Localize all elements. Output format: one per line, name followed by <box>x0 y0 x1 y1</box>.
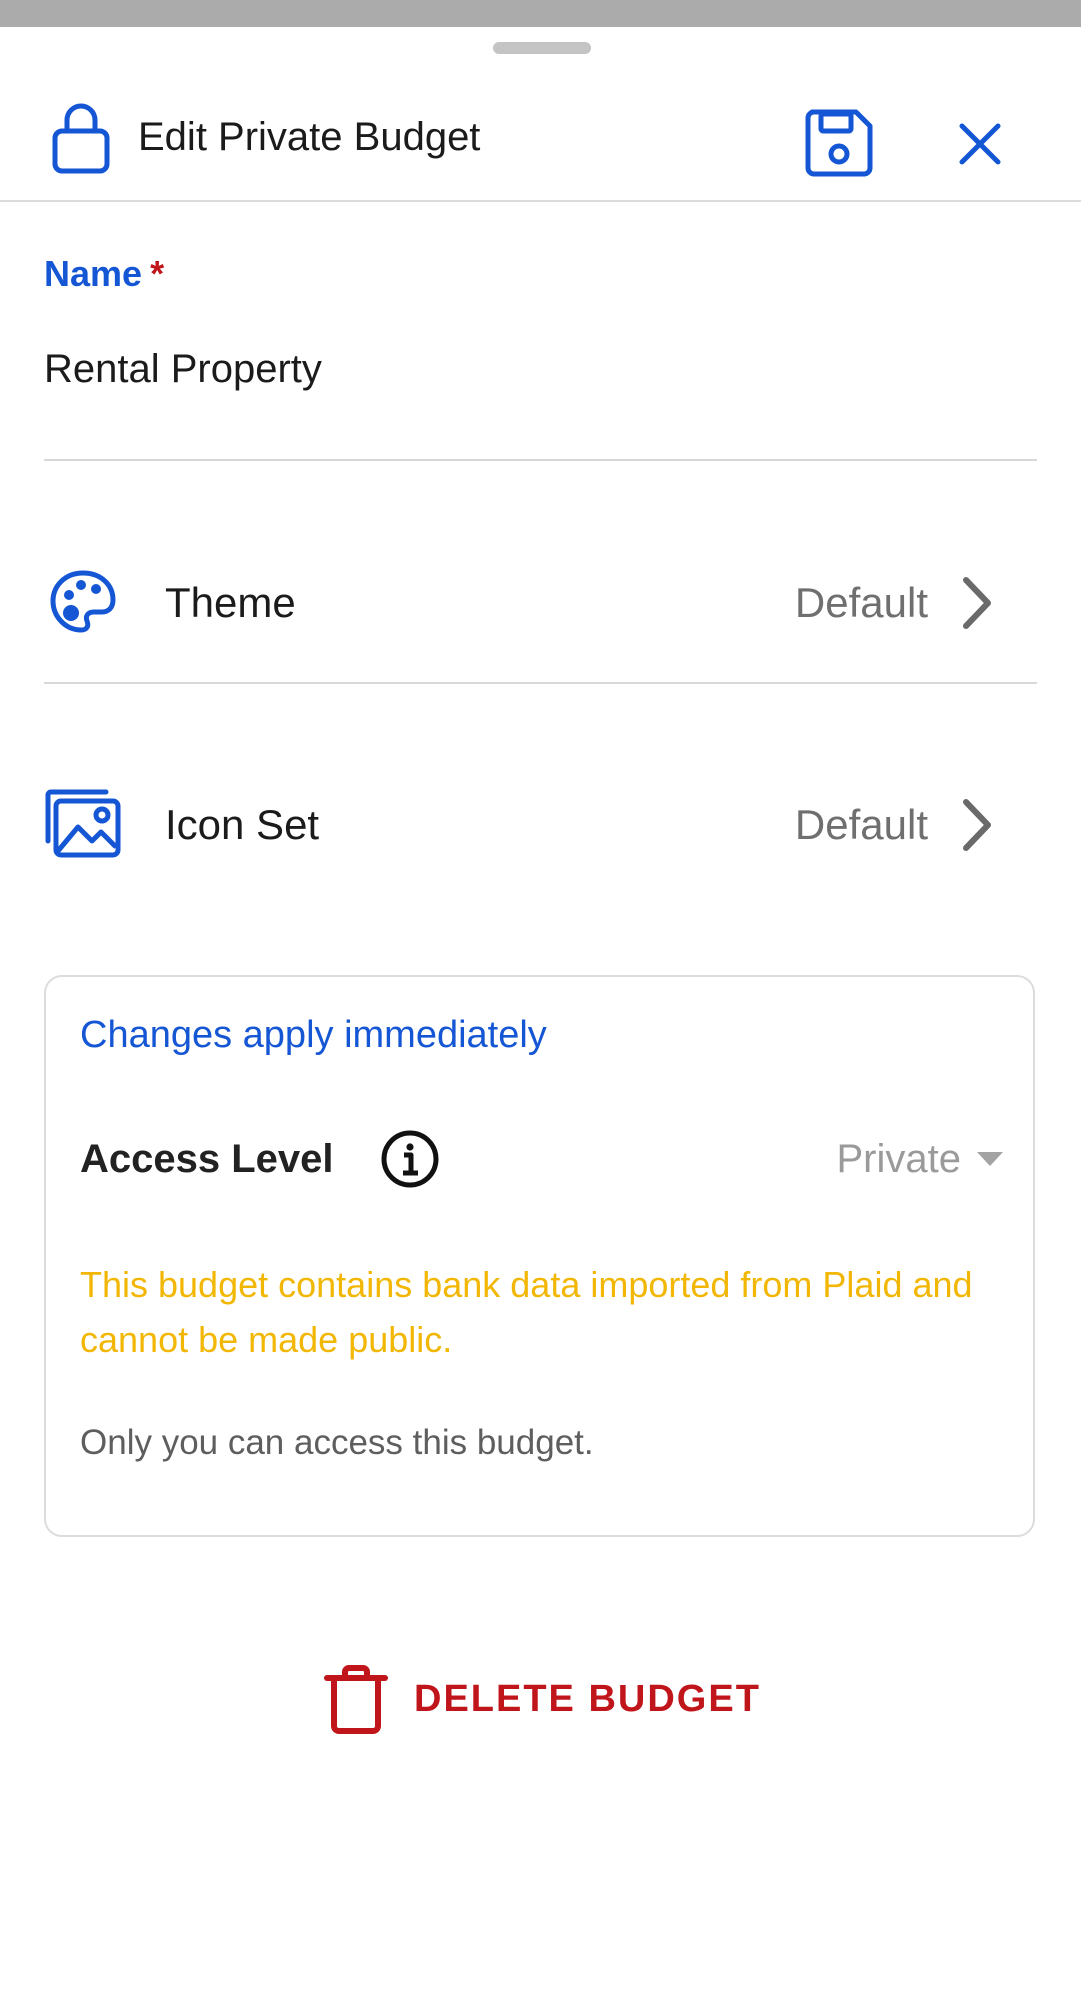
changes-note: Changes apply immediately <box>80 1014 547 1056</box>
icon-set-row[interactable]: Icon Set Default <box>44 767 1037 877</box>
header-divider <box>0 200 1081 202</box>
save-icon <box>805 109 873 177</box>
access-description: Only you can access this budget. <box>80 1423 594 1462</box>
lock-icon <box>50 98 112 174</box>
close-icon <box>959 123 1001 165</box>
icon-set-label: Icon Set <box>165 801 320 848</box>
delete-budget-label: DELETE BUDGET <box>414 1677 761 1720</box>
row-divider <box>44 682 1037 684</box>
info-icon[interactable] <box>380 1129 440 1189</box>
name-label-text: Name <box>44 253 143 294</box>
plaid-warning: This budget contains bank data imported … <box>80 1264 973 1360</box>
delete-budget-button[interactable]: DELETE BUDGET <box>320 1663 761 1735</box>
sheet-grabber[interactable] <box>493 42 591 54</box>
page-title: Edit Private Budget <box>138 115 481 159</box>
access-level-value: Private <box>836 1136 962 1181</box>
theme-row[interactable]: Theme Default <box>44 545 1037 655</box>
image-icon <box>44 789 122 859</box>
name-field-label: Name * <box>44 253 164 295</box>
palette-icon <box>44 567 122 637</box>
caret-down-icon <box>977 1152 1003 1166</box>
icon-set-value: Default <box>794 801 928 848</box>
access-level-select[interactable]: Private <box>836 1135 1003 1183</box>
edit-budget-sheet: Edit Private Budget Name * Rental Propert… <box>0 27 1081 1999</box>
chevron-right-icon <box>963 577 991 629</box>
trash-icon <box>324 1665 388 1734</box>
save-button[interactable] <box>800 104 878 182</box>
theme-label: Theme <box>165 579 296 626</box>
required-marker: * <box>150 253 165 294</box>
theme-value: Default <box>794 579 928 626</box>
access-card: Changes apply immediately Access Level P… <box>44 975 1035 1537</box>
name-field-underline <box>44 459 1037 461</box>
status-bar-backdrop <box>0 0 1081 27</box>
chevron-right-icon <box>963 799 991 851</box>
name-field[interactable]: Rental Property <box>44 345 322 393</box>
sheet-header: Edit Private Budget <box>0 72 1081 200</box>
close-button[interactable] <box>950 114 1010 174</box>
access-level-label: Access Level <box>80 1137 334 1181</box>
